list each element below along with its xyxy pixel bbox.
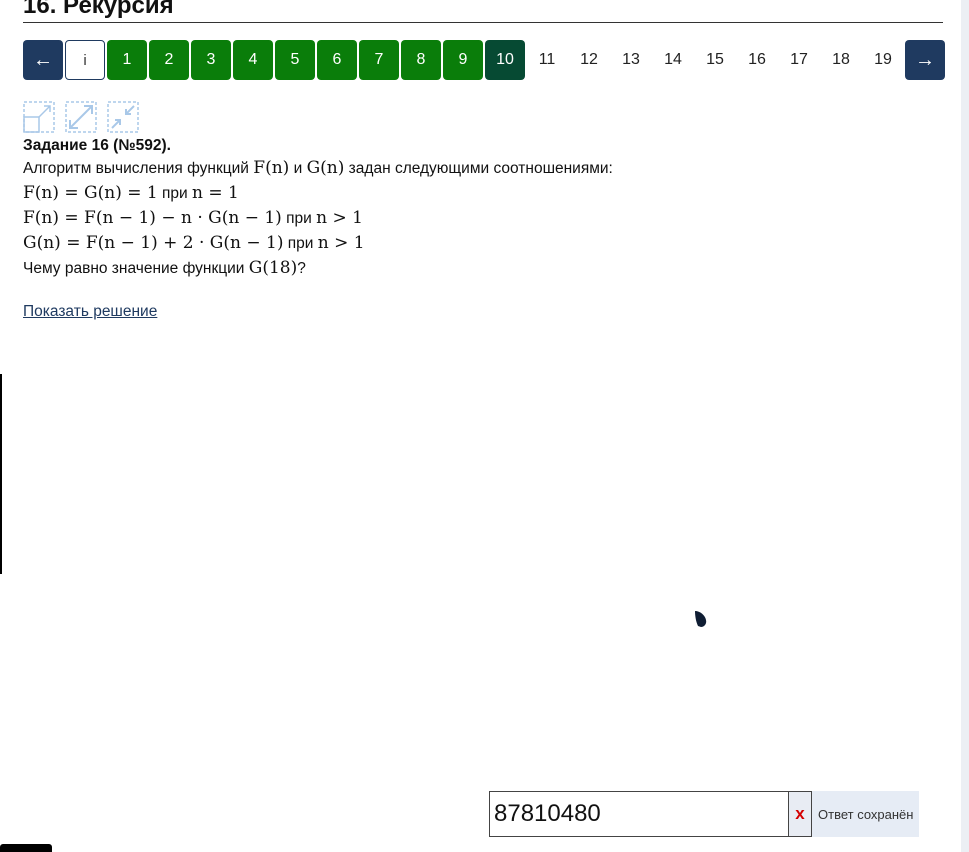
task-4-button[interactable]: 4 (233, 40, 273, 80)
intro-text: Алгоритм вычисления функций (23, 160, 254, 177)
rule-3: G(n) = F(n − 1) + 2 · G(n − 1) при n > 1 (23, 231, 943, 256)
task-8-button[interactable]: 8 (401, 40, 441, 80)
rule-2-when: при (281, 210, 317, 227)
rule-1-cond: n = 1 (192, 183, 239, 203)
answer-saved-status: Ответ сохранён (812, 791, 920, 837)
task-10-button[interactable]: 10 (485, 40, 525, 80)
task-2-button[interactable]: 2 (149, 40, 189, 80)
intro-and: и (289, 160, 307, 177)
rule-3-cond: n > 1 (317, 233, 365, 253)
rule-2-expr: F(n) = F(n − 1) − n · G(n − 1) (23, 208, 282, 228)
task-intro: Алгоритм вычисления функций F(n) и G(n) … (23, 156, 943, 181)
task-content: Задание 16 (№592). Алгоритм вычисления ф… (23, 136, 943, 324)
answer-input[interactable] (489, 791, 789, 837)
task-3-button[interactable]: 3 (191, 40, 231, 80)
rule-2-cond: n > 1 (316, 208, 363, 228)
task-5-button[interactable]: 5 (275, 40, 315, 80)
task-1-button[interactable]: 1 (107, 40, 147, 80)
rule-3-expr: G(n) = F(n − 1) + 2 · G(n − 1) (23, 233, 284, 253)
corner-block (0, 844, 52, 852)
fullscreen-split-icon[interactable] (23, 101, 55, 133)
info-button[interactable]: i (65, 40, 105, 80)
intro-tail: задан следующими соотношениями: (344, 160, 613, 177)
task-13-button[interactable]: 13 (611, 40, 651, 80)
clear-answer-button[interactable]: x (789, 791, 812, 837)
task-7-button[interactable]: 7 (359, 40, 399, 80)
task-pager: ← i 1 2 3 4 5 6 7 8 9 10 11 12 13 14 15 … (23, 40, 947, 80)
left-edge-bar (0, 374, 2, 574)
task-18-button[interactable]: 18 (821, 40, 861, 80)
task-17-button[interactable]: 17 (779, 40, 819, 80)
rule-1-expr: F(n) = G(n) = 1 (23, 183, 158, 203)
collapse-icon[interactable] (107, 101, 139, 133)
task-15-button[interactable]: 15 (695, 40, 735, 80)
rule-2: F(n) = F(n − 1) − n · G(n − 1) при n > 1 (23, 206, 943, 231)
page-title: 16. Рекурсия (23, 0, 174, 19)
question-text: Чему равно значение функции (23, 260, 249, 277)
title-divider (23, 22, 943, 23)
question-mark: ? (297, 260, 306, 277)
show-solution-link[interactable]: Показать решение (23, 300, 157, 324)
view-mode-buttons (23, 101, 149, 133)
mouse-cursor-icon (694, 610, 708, 633)
task-question: Чему равно значение функции G(18)? (23, 256, 943, 281)
question-expr: G(18) (248, 258, 298, 278)
task-12-button[interactable]: 12 (569, 40, 609, 80)
task-header: Задание 16 (№592). (23, 137, 171, 154)
task-6-button[interactable]: 6 (317, 40, 357, 80)
task-19-button[interactable]: 19 (863, 40, 903, 80)
task-9-button[interactable]: 9 (443, 40, 483, 80)
rule-3-when: при (283, 235, 318, 252)
rule-1-when: при (157, 185, 193, 202)
math-f-n: F(n) (253, 158, 290, 178)
math-g-n: G(n) (306, 158, 345, 178)
expand-icon[interactable] (65, 101, 97, 133)
right-scroll-rail[interactable] (961, 0, 969, 852)
rule-1: F(n) = G(n) = 1 при n = 1 (23, 181, 943, 206)
answer-row: x Ответ сохранён (489, 791, 920, 837)
next-task-button[interactable]: → (905, 40, 945, 80)
task-14-button[interactable]: 14 (653, 40, 693, 80)
task-11-button[interactable]: 11 (527, 40, 567, 80)
prev-task-button[interactable]: ← (23, 40, 63, 80)
task-16-button[interactable]: 16 (737, 40, 777, 80)
